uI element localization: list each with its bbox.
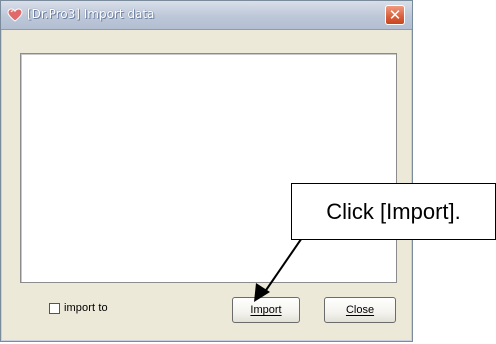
window-title: [Dr.Pro3] Import data bbox=[27, 7, 155, 21]
import-data-text-panel[interactable] bbox=[20, 53, 397, 283]
import-button[interactable]: Import bbox=[232, 297, 300, 323]
callout-text: Click [Import]. bbox=[326, 198, 461, 224]
import-to-option[interactable]: import to bbox=[49, 302, 108, 314]
screenshot-stage: [Dr.Pro3] Import data ✕ import to Import… bbox=[0, 0, 496, 344]
app-heart-icon bbox=[7, 8, 23, 22]
window-close-button[interactable]: ✕ bbox=[385, 5, 405, 25]
instruction-callout: Click [Import]. bbox=[291, 183, 496, 240]
import-data-dialog: [Dr.Pro3] Import data ✕ import to Import… bbox=[0, 0, 413, 342]
close-button[interactable]: Close bbox=[324, 297, 396, 323]
import-to-label: import to bbox=[64, 302, 108, 314]
close-icon: ✕ bbox=[388, 6, 402, 24]
import-to-checkbox[interactable] bbox=[49, 302, 60, 314]
title-bar[interactable]: [Dr.Pro3] Import data ✕ bbox=[1, 1, 412, 30]
